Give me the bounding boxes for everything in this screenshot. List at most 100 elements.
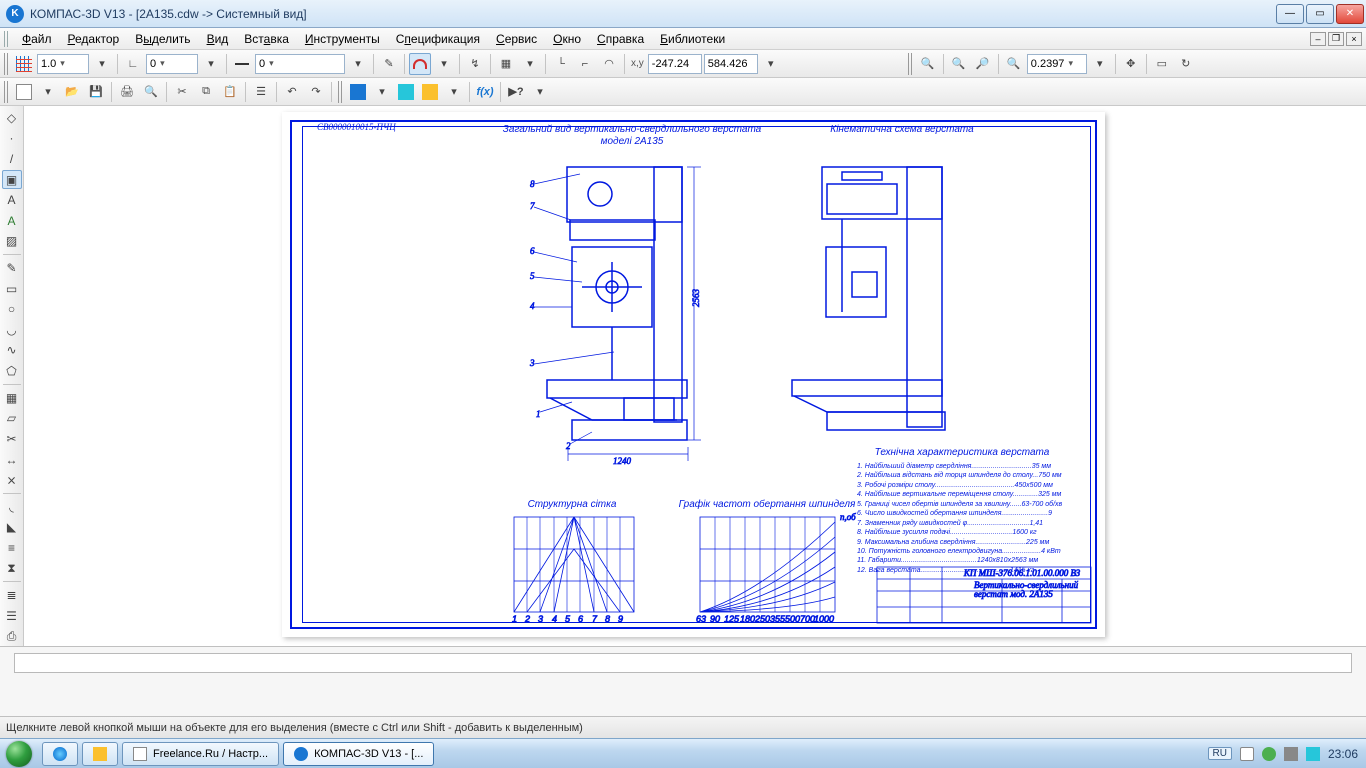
angle-icon[interactable]: ∟ [122, 53, 144, 75]
symmetry-button[interactable]: ⧗ [2, 559, 22, 579]
menu-file[interactable]: Файл [14, 30, 60, 48]
spec-button[interactable]: ☰ [2, 606, 22, 626]
layer-button[interactable] [395, 81, 417, 103]
new-button[interactable] [13, 81, 35, 103]
start-button[interactable] [0, 739, 38, 768]
new-dropdown-icon[interactable]: ▾ [37, 81, 59, 103]
local-cs-button[interactable]: ↯ [464, 53, 486, 75]
snap-dropdown-icon[interactable]: ▾ [433, 53, 455, 75]
taskbar-item-explorer[interactable] [82, 742, 118, 766]
drawing-canvas[interactable]: Загальний вид вертикально-свердлильного … [24, 106, 1366, 646]
zoom-scale-icon[interactable]: 🔍 [1003, 53, 1025, 75]
report-button[interactable]: ⎙ [2, 627, 22, 647]
menu-spec[interactable]: Спецификация [388, 30, 488, 48]
menu-view[interactable]: Вид [199, 30, 237, 48]
trim-button[interactable]: ⨯ [2, 470, 22, 490]
language-indicator[interactable]: RU [1208, 747, 1232, 760]
geometry-button[interactable]: ◇ [2, 108, 22, 128]
rect-button[interactable]: ▭ [2, 279, 22, 299]
toolbar-grip[interactable] [908, 53, 913, 75]
tree-button[interactable] [419, 81, 441, 103]
help-context-button[interactable]: ▶? [505, 81, 527, 103]
taskbar-item-ie[interactable] [42, 742, 78, 766]
print-button[interactable]: 🖨 [116, 81, 138, 103]
circle-button[interactable]: ○ [2, 299, 22, 319]
toolbar-grip[interactable] [4, 53, 9, 75]
point-button[interactable]: · [2, 129, 22, 149]
select-button[interactable]: ▣ [2, 170, 22, 190]
hatch-button[interactable]: ▨ [2, 232, 22, 252]
zoom-in-button[interactable]: 🔍 [917, 53, 939, 75]
menubar-grip[interactable] [4, 31, 10, 47]
snap-magnet-button[interactable] [409, 53, 431, 75]
open-button[interactable]: 📂 [61, 81, 83, 103]
menu-tools[interactable]: Инструменты [297, 30, 388, 48]
paste-button[interactable]: 📋 [219, 81, 241, 103]
spline-button[interactable]: ∿ [2, 341, 22, 361]
color-dropper-icon[interactable]: ✎ [378, 53, 400, 75]
tree-dropdown-icon[interactable]: ▾ [443, 81, 465, 103]
tray-shield-icon[interactable] [1262, 747, 1276, 761]
zoom-prev-button[interactable]: 🔎 [972, 53, 994, 75]
manager-dropdown-icon[interactable]: ▾ [371, 81, 393, 103]
chamfer-button[interactable]: ◣ [2, 518, 22, 538]
properties-button[interactable]: ☰ [250, 81, 272, 103]
window-close-button[interactable]: ✕ [1336, 4, 1364, 24]
mdi-close-button[interactable]: × [1346, 32, 1362, 46]
redo-button[interactable]: ↷ [305, 81, 327, 103]
break-button[interactable]: ✂ [2, 429, 22, 449]
menu-window[interactable]: Окно [545, 30, 589, 48]
dropdown-arrow-icon[interactable]: ▾ [91, 53, 113, 75]
tangent-button[interactable]: ⌐ [574, 53, 596, 75]
menu-select[interactable]: Выделить [127, 30, 198, 48]
redraw-button[interactable]: ↻ [1175, 53, 1197, 75]
mdi-restore-button[interactable]: ❐ [1328, 32, 1344, 46]
menu-editor[interactable]: Редактор [60, 30, 128, 48]
coord-x-field[interactable]: -247.24 [648, 54, 702, 74]
offset-button[interactable]: ≡ [2, 538, 22, 558]
zoom-window-button[interactable]: 🔍 [948, 53, 970, 75]
text-button[interactable]: A [2, 211, 22, 231]
style-icon[interactable] [231, 53, 253, 75]
manager-button[interactable] [347, 81, 369, 103]
dimension-button[interactable]: A [2, 190, 22, 210]
taskbar-item-kompas[interactable]: КОМПАС-3D V13 - [... [283, 742, 434, 766]
grid-step-icon[interactable] [13, 53, 35, 75]
tray-volume-icon[interactable] [1284, 747, 1298, 761]
variables-button[interactable]: f(x) [474, 81, 496, 103]
toolbar-grip[interactable] [338, 81, 343, 103]
coord-y-field[interactable]: 584.426 [704, 54, 758, 74]
grid-step-combo[interactable]: 1.0 [37, 54, 89, 74]
menu-libraries[interactable]: Библиотеки [652, 30, 733, 48]
mdi-minimize-button[interactable]: – [1310, 32, 1326, 46]
copy-button[interactable]: ⧉ [195, 81, 217, 103]
linestyle-combo[interactable]: 0 [255, 54, 345, 74]
toolbar-grip[interactable] [4, 81, 9, 103]
edit-button[interactable]: ✎ [2, 258, 22, 278]
cut-button[interactable]: ✂ [171, 81, 193, 103]
arc-button[interactable]: ◡ [2, 320, 22, 340]
command-input[interactable] [14, 653, 1352, 673]
dropdown-arrow-icon[interactable]: ▾ [200, 53, 222, 75]
contour-button[interactable]: ⬠ [2, 361, 22, 381]
dropdown-arrow-icon[interactable]: ▾ [347, 53, 369, 75]
tray-network-icon[interactable] [1306, 747, 1320, 761]
menu-service[interactable]: Сервис [488, 30, 545, 48]
grid-dropdown-icon[interactable]: ▾ [519, 53, 541, 75]
angle-combo[interactable]: 0 [146, 54, 198, 74]
pan-button[interactable]: ✥ [1120, 53, 1142, 75]
params-button[interactable]: ≣ [2, 585, 22, 605]
zoom-combo[interactable]: 0.2397 [1027, 54, 1087, 74]
undo-button[interactable]: ↶ [281, 81, 303, 103]
help-dropdown-icon[interactable]: ▾ [529, 81, 551, 103]
ortho-button[interactable]: └ [550, 53, 572, 75]
tray-flag-icon[interactable] [1240, 747, 1254, 761]
preview-button[interactable]: 🔍 [140, 81, 162, 103]
fillet-button[interactable]: ◟ [2, 497, 22, 517]
round-button[interactable]: ◠ [598, 53, 620, 75]
zoom-fit-button[interactable]: ▭ [1151, 53, 1173, 75]
table-button[interactable]: ▦ [2, 388, 22, 408]
fragment-button[interactable]: ▱ [2, 409, 22, 429]
window-maximize-button[interactable]: ▭ [1306, 4, 1334, 24]
grid-toggle-button[interactable]: ▦ [495, 53, 517, 75]
